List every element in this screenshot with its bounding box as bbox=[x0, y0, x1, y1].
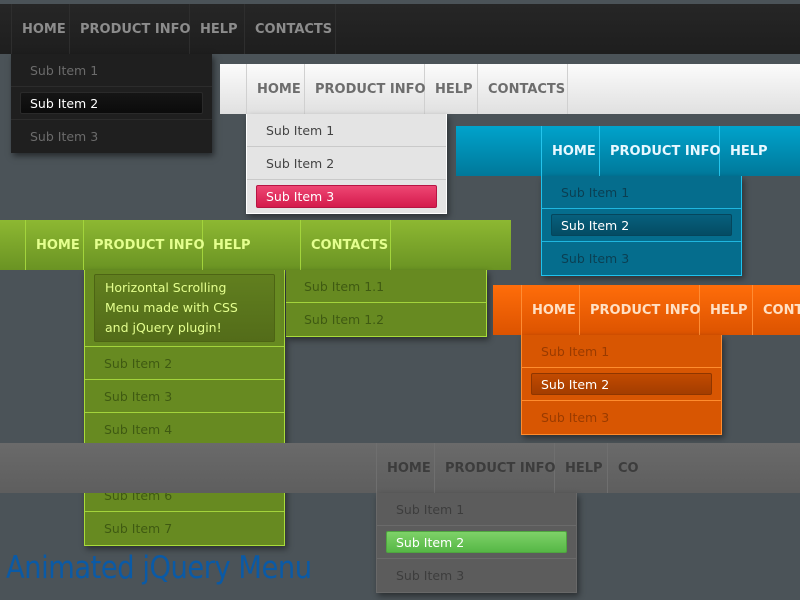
dark-tab-contacts[interactable]: CONTACTS bbox=[245, 4, 336, 54]
dark-dropdown: Sub Item 1 Sub Item 2 Sub Item 3 bbox=[11, 54, 212, 153]
dark-tab-product-info[interactable]: PRODUCT INFO bbox=[70, 4, 191, 54]
green-flyout-item[interactable]: Sub Item 1.2 bbox=[286, 303, 486, 336]
dark-menu-bar: HOME PRODUCT INFO HELP CONTACTS bbox=[0, 4, 800, 54]
green-tab-help[interactable]: HELP bbox=[203, 220, 301, 270]
gray-sub-item[interactable]: Sub Item 3 bbox=[377, 559, 576, 592]
green-sub-item[interactable]: Sub Item 4 bbox=[85, 413, 284, 446]
white-dropdown: Sub Item 1 Sub Item 2 Sub Item 3 bbox=[246, 114, 447, 214]
green-tab-contacts[interactable]: CONTACTS bbox=[301, 220, 391, 270]
blue-sub-item[interactable]: Sub Item 3 bbox=[542, 242, 741, 275]
green-tab-home[interactable]: HOME bbox=[25, 220, 84, 270]
green-tab-product-info[interactable]: PRODUCT INFO bbox=[84, 220, 205, 270]
orange-tab-help[interactable]: HELP bbox=[700, 285, 753, 335]
orange-tab-home[interactable]: HOME bbox=[521, 285, 580, 335]
blue-menu-bar: HOME PRODUCT INFO HELP bbox=[456, 126, 800, 176]
orange-sub-item[interactable]: Sub Item 3 bbox=[522, 401, 721, 434]
green-sub-item[interactable]: Sub Item 3 bbox=[85, 380, 284, 413]
gray-sub-item-active[interactable]: Sub Item 2 bbox=[377, 526, 576, 559]
green-dropdown: Horizontal Scrolling Menu made with CSS … bbox=[84, 270, 285, 546]
white-sub-item[interactable]: Sub Item 1 bbox=[247, 114, 446, 147]
orange-dropdown: Sub Item 1 Sub Item 2 Sub Item 3 bbox=[521, 335, 722, 435]
white-tab-product-info[interactable]: PRODUCT INFO bbox=[305, 64, 426, 114]
gray-menu-bar: HOME PRODUCT INFO HELP CO bbox=[0, 443, 800, 493]
gray-tab-help[interactable]: HELP bbox=[555, 443, 608, 493]
orange-menu-bar: HOME PRODUCT INFO HELP CONTACTS bbox=[493, 285, 800, 335]
blue-tab-home[interactable]: HOME bbox=[541, 126, 600, 176]
gray-tab-product-info[interactable]: PRODUCT INFO bbox=[435, 443, 556, 493]
green-menu-bar: HOME PRODUCT INFO HELP CONTACTS bbox=[0, 220, 511, 270]
page-title: Animated jQuery Menu bbox=[6, 550, 312, 586]
white-tab-contacts[interactable]: CONTACTS bbox=[478, 64, 568, 114]
white-menu-bar: HOME PRODUCT INFO HELP CONTACTS bbox=[220, 64, 800, 114]
dark-tab-help[interactable]: HELP bbox=[190, 4, 245, 54]
gray-tab-contacts[interactable]: CO bbox=[608, 443, 648, 493]
orange-sub-item[interactable]: Sub Item 1 bbox=[522, 335, 721, 368]
dark-sub-item-active[interactable]: Sub Item 2 bbox=[11, 87, 212, 120]
blue-tab-product-info[interactable]: PRODUCT INFO bbox=[600, 126, 721, 176]
blue-dropdown: Sub Item 1 Sub Item 2 Sub Item 3 bbox=[541, 176, 742, 276]
white-tab-home[interactable]: HOME bbox=[246, 64, 305, 114]
white-sub-item-active[interactable]: Sub Item 3 bbox=[247, 180, 446, 213]
dark-sub-item[interactable]: Sub Item 3 bbox=[11, 120, 212, 153]
orange-sub-item-active[interactable]: Sub Item 2 bbox=[522, 368, 721, 401]
white-tab-help[interactable]: HELP bbox=[425, 64, 478, 114]
green-flyout: Sub Item 1.1 Sub Item 1.2 bbox=[286, 270, 487, 337]
info-box: Horizontal Scrolling Menu made with CSS … bbox=[94, 274, 275, 342]
green-flyout-item[interactable]: Sub Item 1.1 bbox=[286, 270, 486, 303]
blue-sub-item[interactable]: Sub Item 1 bbox=[542, 176, 741, 209]
dark-sub-item[interactable]: Sub Item 1 bbox=[11, 54, 212, 87]
orange-tab-product-info[interactable]: PRODUCT INFO bbox=[580, 285, 701, 335]
blue-sub-item-active[interactable]: Sub Item 2 bbox=[542, 209, 741, 242]
orange-tab-contacts[interactable]: CONTACTS bbox=[753, 285, 800, 335]
white-sub-item[interactable]: Sub Item 2 bbox=[247, 147, 446, 180]
green-sub-item[interactable]: Sub Item 2 bbox=[85, 347, 284, 380]
dark-tab-home[interactable]: HOME bbox=[11, 4, 70, 54]
green-sub-item[interactable]: Sub Item 7 bbox=[85, 512, 284, 545]
gray-dropdown: Sub Item 1 Sub Item 2 Sub Item 3 bbox=[376, 493, 577, 593]
blue-tab-help[interactable]: HELP bbox=[720, 126, 800, 176]
gray-sub-item[interactable]: Sub Item 1 bbox=[377, 493, 576, 526]
gray-tab-home[interactable]: HOME bbox=[376, 443, 435, 493]
